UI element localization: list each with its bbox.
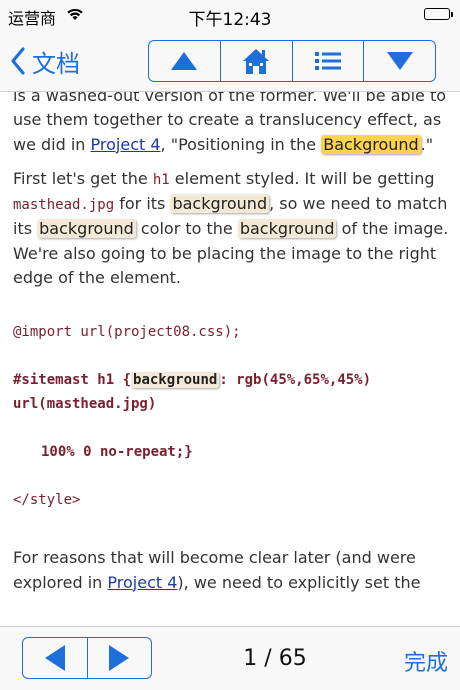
nav-bar: 文档 xyxy=(0,30,460,92)
table-of-contents-button[interactable] xyxy=(291,41,364,81)
paragraph: is a washed-out version of the former. W… xyxy=(13,92,447,154)
paragraph: For reasons that will become clear later… xyxy=(13,548,421,592)
home-icon xyxy=(243,49,270,74)
chevron-left-icon xyxy=(11,47,25,75)
paragraph: First let's get the h1 element styled. I… xyxy=(13,168,449,288)
done-button[interactable]: 完成 xyxy=(404,645,448,677)
nav-segmented-control xyxy=(148,40,436,82)
document-content[interactable]: is a washed-out version of the former. W… xyxy=(0,92,460,626)
bottom-toolbar: 1 / 65 完成 xyxy=(0,626,460,690)
code-line: @import url(project08.css); xyxy=(13,324,241,341)
triangle-left-icon xyxy=(44,645,65,671)
search-highlight: background xyxy=(170,194,270,214)
previous-match-button[interactable] xyxy=(149,41,220,81)
code-block: @import url(project08.css); #sitemast h1… xyxy=(13,320,453,512)
code-line: 100% 0 no-repeat;} xyxy=(41,444,193,461)
previous-page-button[interactable] xyxy=(23,638,87,678)
battery-icon xyxy=(424,8,453,20)
page-pager xyxy=(22,637,152,679)
code-line: </style> xyxy=(13,492,81,509)
search-highlight: background xyxy=(37,219,136,239)
code-line: #sitemast h1 {background: rgb(45%,65%,45… xyxy=(13,372,372,389)
back-button[interactable]: 文档 xyxy=(10,44,80,78)
page-indicator: 1 / 65 xyxy=(243,646,307,671)
project-4-link[interactable]: Project 4 xyxy=(107,573,177,592)
search-highlight-current: Background xyxy=(321,134,421,154)
search-highlight: background xyxy=(237,219,337,239)
clock: 下午12:43 xyxy=(188,10,272,30)
home-button[interactable] xyxy=(219,41,292,81)
status-bar: 运营商 下午12:43 xyxy=(0,0,460,30)
inline-code: h1 xyxy=(152,171,170,188)
next-page-button[interactable] xyxy=(86,638,152,678)
project-4-link[interactable]: Project 4 xyxy=(91,135,161,154)
triangle-down-icon xyxy=(386,52,413,70)
list-icon xyxy=(314,52,341,70)
inline-code: masthead.jpg xyxy=(13,197,115,214)
triangle-up-icon xyxy=(171,52,198,70)
back-label: 文档 xyxy=(32,49,80,78)
search-highlight: background xyxy=(131,372,220,389)
code-line: url(masthead.jpg) xyxy=(13,396,157,413)
triangle-right-icon xyxy=(109,645,130,671)
next-match-button[interactable] xyxy=(363,41,435,81)
